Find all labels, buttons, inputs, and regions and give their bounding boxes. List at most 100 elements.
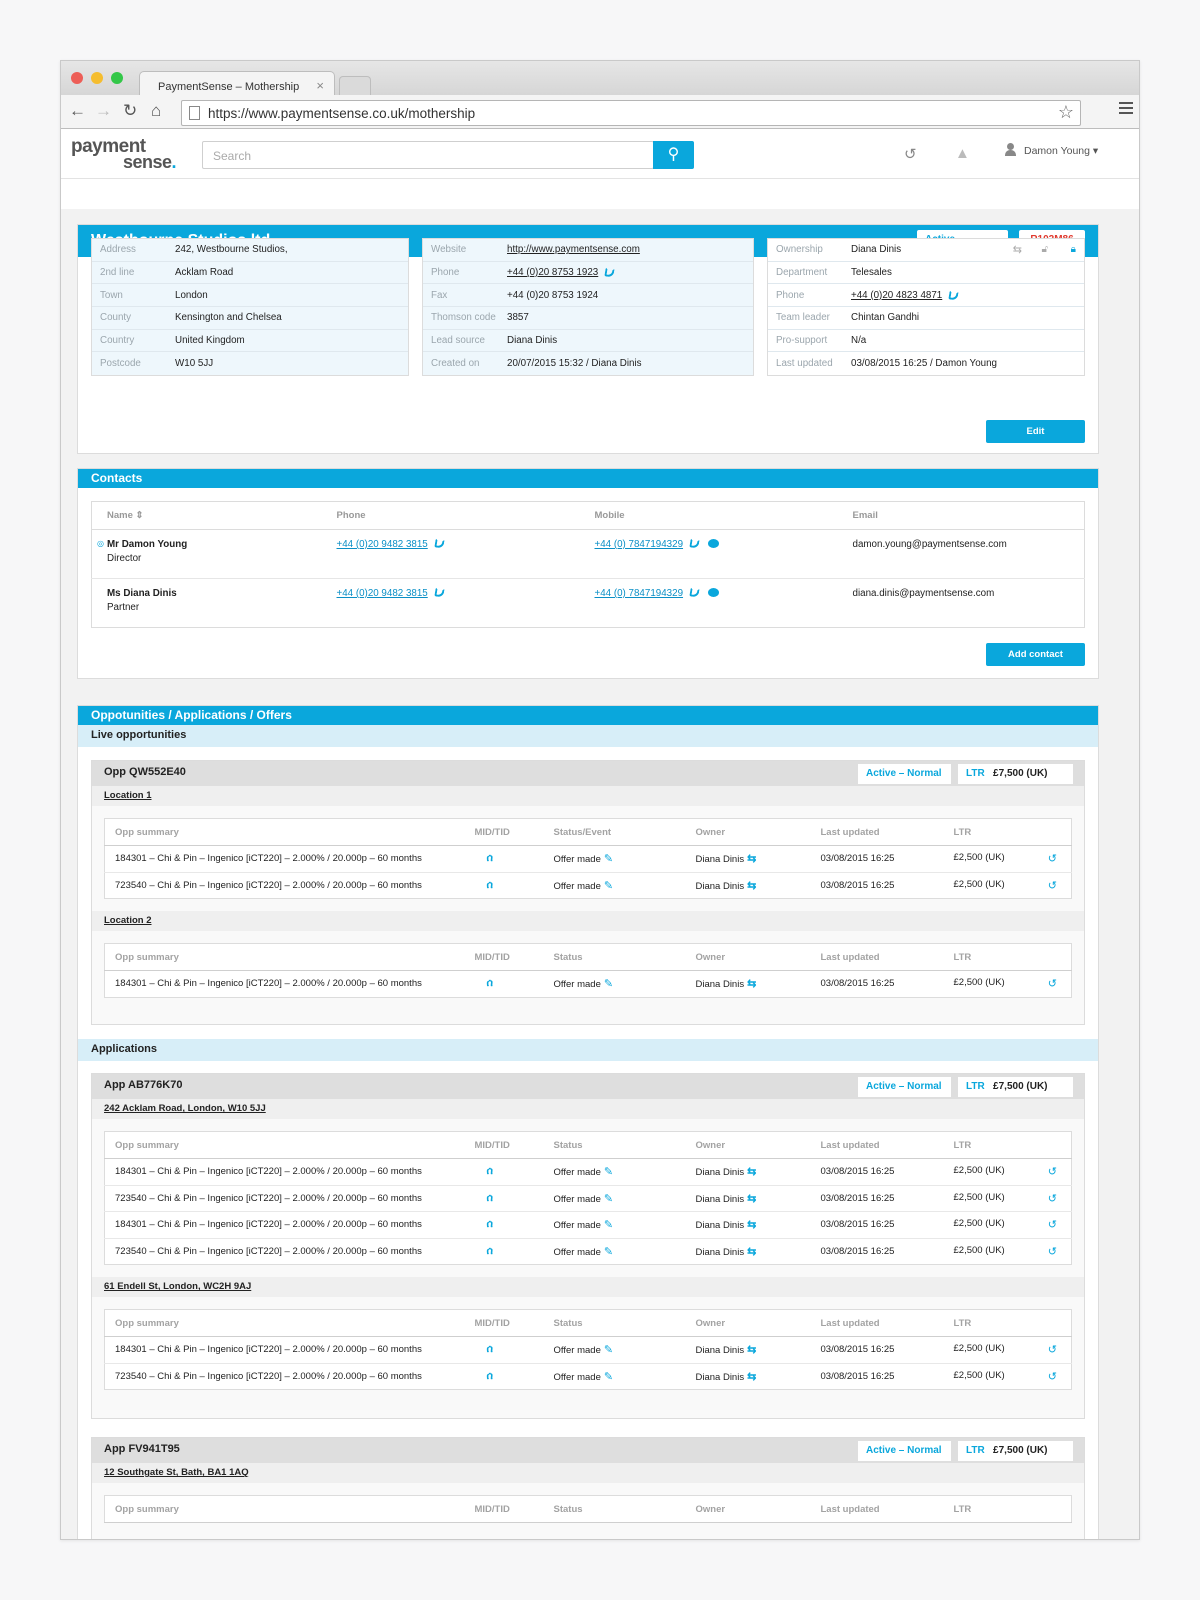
- binoculars-icon[interactable]: ሰ: [487, 1344, 497, 1355]
- table-row[interactable]: 723540 – Chi & Pin – Ingenico [iCT220] –…: [105, 1363, 1072, 1390]
- edit-icon[interactable]: ✎: [604, 1246, 613, 1258]
- phone-link[interactable]: +44 (0)20 8753 1923: [507, 267, 598, 278]
- table-row[interactable]: 184301 – Chi & Pin – Ingenico [iCT220] –…: [104, 1158, 1072, 1186]
- binoculars-icon[interactable]: ሰ: [487, 879, 497, 890]
- browser-tab[interactable]: PaymentSense – Mothership ×: [139, 71, 335, 95]
- phone-icon[interactable]: [434, 538, 445, 549]
- history-icon[interactable]: ↺: [1048, 1165, 1057, 1178]
- contact-phone-link[interactable]: +44 (0)20 9482 3815: [337, 539, 428, 550]
- reload-icon[interactable]: ↻: [123, 102, 137, 120]
- group-header[interactable]: App AB776K70 Active – Normal LTR £7,500 …: [92, 1074, 1084, 1099]
- column-name-sortable[interactable]: Name ⇕: [91, 501, 337, 530]
- history-icon[interactable]: ↺: [1048, 1343, 1057, 1356]
- close-window-button[interactable]: [71, 72, 83, 84]
- edit-icon[interactable]: ✎: [604, 1193, 613, 1205]
- binoculars-icon[interactable]: ሰ: [487, 853, 497, 864]
- history-icon[interactable]: ↺: [1048, 1218, 1057, 1231]
- unlock-icon[interactable]: 🔓︎: [1042, 244, 1048, 255]
- edit-icon[interactable]: ✎: [604, 978, 613, 990]
- history-icon[interactable]: ↺: [1048, 1192, 1057, 1205]
- col-updated: Last updated: [820, 818, 954, 846]
- table-row[interactable]: 184301 – Chi & Pin – Ingenico [iCT220] –…: [105, 971, 1072, 998]
- binoculars-icon[interactable]: ሰ: [487, 978, 497, 989]
- add-contact-button[interactable]: Add contact: [986, 643, 1085, 666]
- table-row[interactable]: ◎ Mr Damon Young Director +44 (0)20 9482 3…: [91, 529, 1085, 579]
- phone-icon[interactable]: [434, 587, 445, 598]
- website-link[interactable]: http://www.paymentsense.com: [507, 244, 640, 255]
- table-row[interactable]: 184301 – Chi & Pin – Ingenico [iCT220] –…: [104, 1336, 1072, 1364]
- reassign-icon[interactable]: ⇆: [1013, 243, 1022, 256]
- contact-mobile-link[interactable]: +44 (0) 7847194329: [595, 588, 684, 599]
- reassign-icon[interactable]: ⇆: [747, 1193, 756, 1205]
- search-icon: ⚲: [667, 146, 680, 163]
- phone-icon[interactable]: [948, 290, 959, 301]
- app-header: payment sense. Search ⚲ ↺ ▲ Damon Young …: [61, 129, 1139, 179]
- contact-mobile-link[interactable]: +44 (0) 7847194329: [595, 539, 684, 550]
- reassign-icon[interactable]: ⇆: [747, 880, 756, 892]
- browser-menu-icon[interactable]: [1119, 102, 1133, 117]
- contact-phone-link[interactable]: +44 (0)20 9482 3815: [337, 588, 428, 599]
- logo[interactable]: payment sense.: [71, 137, 177, 171]
- group-header[interactable]: App FV941T95 Active – Normal LTR £7,500 …: [92, 1438, 1084, 1463]
- forward-icon[interactable]: →: [95, 102, 112, 120]
- opp-ltr: £2,500 (UK): [953, 977, 1005, 989]
- notification-bell-icon[interactable]: ▲: [955, 145, 970, 162]
- opp-summary: 723540 – Chi & Pin – Ingenico [iCT220] –…: [115, 1245, 422, 1257]
- binoculars-icon[interactable]: ሰ: [487, 1166, 497, 1177]
- zoom-window-button[interactable]: [111, 72, 123, 84]
- contact-email[interactable]: damon.young@paymentsense.com: [852, 529, 1085, 579]
- edit-icon[interactable]: ✎: [604, 1166, 613, 1178]
- home-icon[interactable]: ⌂: [151, 102, 161, 120]
- minimize-window-button[interactable]: [91, 72, 103, 84]
- binoculars-icon[interactable]: ሰ: [487, 1192, 497, 1203]
- history-icon[interactable]: ↺: [1048, 879, 1057, 892]
- sms-chat-icon[interactable]: [708, 588, 720, 597]
- owner-phone-link[interactable]: +44 (0)20 4823 4871: [851, 290, 942, 301]
- table-row[interactable]: 184301 – Chi & Pin – Ingenico [iCT220] –…: [104, 1211, 1072, 1239]
- table-row[interactable]: 723540 – Chi & Pin – Ingenico [iCT220] –…: [104, 1185, 1072, 1212]
- edit-icon[interactable]: ✎: [604, 880, 613, 892]
- binoculars-icon[interactable]: ሰ: [487, 1219, 497, 1230]
- reassign-icon[interactable]: ⇆: [747, 1166, 756, 1178]
- lock-icon[interactable]: 🔒︎: [1071, 244, 1076, 255]
- phone-icon[interactable]: [604, 267, 615, 278]
- history-icon[interactable]: ↺: [1048, 977, 1057, 990]
- ltr-label: LTR: [966, 768, 985, 779]
- table-row[interactable]: 723540 – Chi & Pin – Ingenico [iCT220] –…: [105, 872, 1072, 899]
- binoculars-icon[interactable]: ሰ: [487, 1245, 497, 1256]
- new-tab-button[interactable]: [339, 76, 371, 95]
- edit-button[interactable]: Edit: [986, 420, 1085, 443]
- reassign-icon[interactable]: ⇆: [747, 853, 756, 865]
- back-icon[interactable]: ←: [69, 102, 86, 120]
- address-bar[interactable]: https://www.paymentsense.co.uk/mothershi…: [181, 100, 1081, 126]
- group-header[interactable]: Opp QW552E40 Active – Normal LTR £7,500 …: [92, 761, 1084, 786]
- edit-icon[interactable]: ✎: [604, 1344, 613, 1356]
- close-tab-icon[interactable]: ×: [316, 78, 324, 93]
- contact-email[interactable]: diana.dinis@paymentsense.com: [853, 579, 1085, 628]
- contact-name: Ms Diana Dinis: [107, 588, 177, 599]
- reassign-icon[interactable]: ⇆: [747, 1219, 756, 1231]
- history-icon[interactable]: ↺: [1048, 852, 1057, 865]
- reassign-icon[interactable]: ⇆: [747, 1371, 756, 1383]
- bookmark-star-icon[interactable]: ☆: [1058, 102, 1074, 123]
- sms-chat-icon[interactable]: [708, 539, 720, 548]
- user-menu[interactable]: Damon Young ▾: [1005, 143, 1098, 157]
- table-row[interactable]: Ms Diana Dinis Partner +44 (0)20 9482 381…: [92, 579, 1085, 628]
- phone-icon[interactable]: [689, 538, 700, 549]
- history-icon[interactable]: ↺: [1048, 1245, 1057, 1258]
- phone-icon[interactable]: [689, 587, 700, 598]
- edit-icon[interactable]: ✎: [604, 1371, 613, 1383]
- history-icon[interactable]: ↺: [904, 145, 917, 163]
- reassign-icon[interactable]: ⇆: [747, 1344, 756, 1356]
- search-button[interactable]: ⚲: [653, 141, 694, 169]
- reassign-icon[interactable]: ⇆: [747, 1246, 756, 1258]
- binoculars-icon[interactable]: ሰ: [487, 1370, 497, 1381]
- ltr-value: £7,500 (UK): [993, 768, 1048, 779]
- search-input[interactable]: Search: [202, 141, 654, 169]
- table-row[interactable]: 723540 – Chi & Pin – Ingenico [iCT220] –…: [105, 1238, 1072, 1265]
- reassign-icon[interactable]: ⇆: [747, 978, 756, 990]
- edit-icon[interactable]: ✎: [604, 853, 613, 865]
- history-icon[interactable]: ↺: [1048, 1370, 1057, 1383]
- table-row[interactable]: 184301 – Chi & Pin – Ingenico [iCT220] –…: [104, 845, 1072, 873]
- edit-icon[interactable]: ✎: [604, 1219, 613, 1231]
